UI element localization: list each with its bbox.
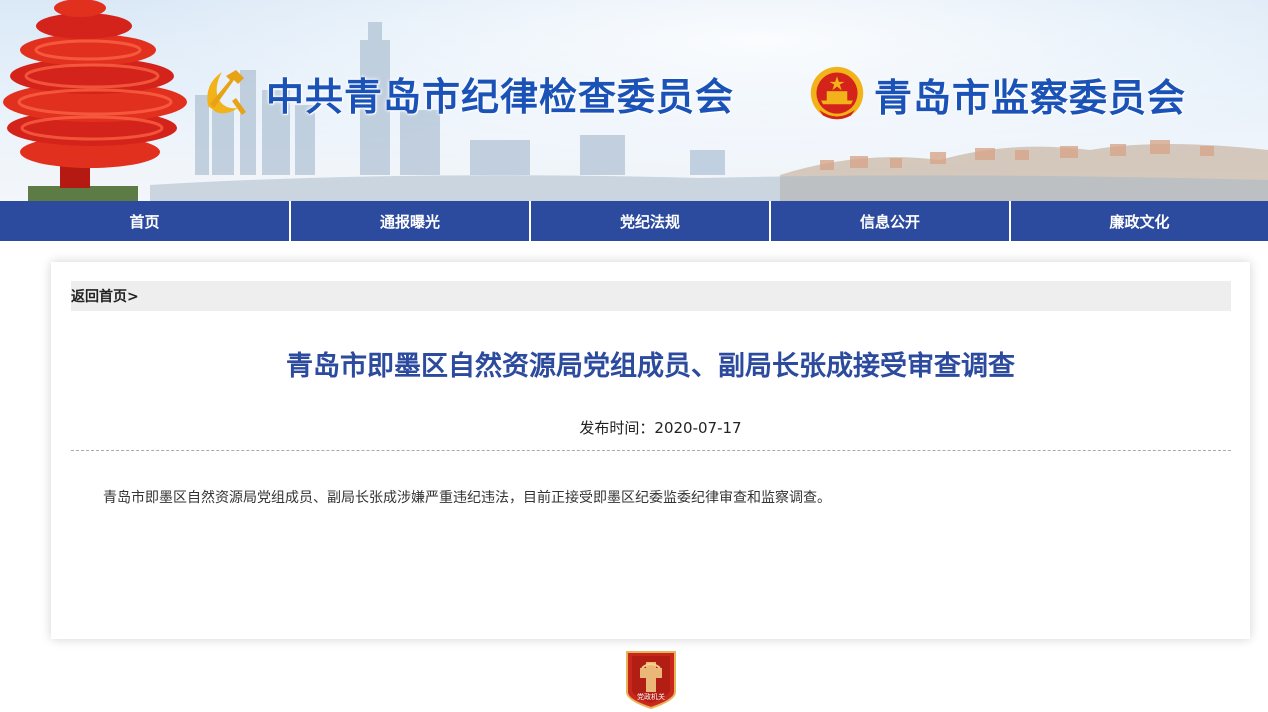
party-government-org-icon[interactable]: 党政机关 bbox=[624, 648, 678, 710]
article-card: 返回首页> 青岛市即墨区自然资源局党组成员、副局长张成接受审查调查 发布时间：2… bbox=[51, 262, 1250, 639]
publish-time: 发布时间：2020-07-17 bbox=[51, 417, 1268, 438]
divider bbox=[71, 450, 1231, 451]
nav-item-exposure[interactable]: 通报曝光 bbox=[291, 201, 531, 241]
publish-label: 发布时间： bbox=[579, 419, 655, 437]
nav-item-regulations[interactable]: 党纪法规 bbox=[531, 201, 771, 241]
main-nav: 首页 通报曝光 党纪法规 信息公开 廉政文化 bbox=[0, 201, 1268, 241]
header-banner: 中共青岛市纪律检查委员会 青岛市监察委员会 bbox=[0, 0, 1268, 201]
back-home-link[interactable]: 返回首页> bbox=[71, 286, 139, 306]
org-title-1-block: 中共青岛市纪律检查委员会 bbox=[196, 62, 734, 124]
article-body: 青岛市即墨区自然资源局党组成员、副局长张成涉嫌严重违纪违法，目前正接受即墨区纪委… bbox=[103, 490, 831, 506]
org-title-2: 青岛市监察委员会 bbox=[874, 75, 1187, 120]
footer-logo-text: 党政机关 bbox=[637, 692, 665, 701]
article-title: 青岛市即墨区自然资源局党组成员、副局长张成接受审查调查 bbox=[286, 351, 1015, 382]
publish-date: 2020-07-17 bbox=[654, 419, 742, 437]
nav-item-disclosure[interactable]: 信息公开 bbox=[771, 201, 1011, 241]
org-title-2-block: 青岛市监察委员会 bbox=[808, 64, 1186, 124]
org-title-1: 中共青岛市纪律检查委员会 bbox=[266, 74, 735, 119]
breadcrumb: 返回首页> bbox=[71, 281, 1231, 311]
hammer-sickle-icon bbox=[207, 70, 246, 115]
may-wind-sculpture bbox=[3, 0, 187, 201]
nav-item-integrity-culture[interactable]: 廉政文化 bbox=[1011, 201, 1268, 241]
national-emblem-icon bbox=[810, 66, 864, 120]
nav-item-home[interactable]: 首页 bbox=[0, 201, 291, 241]
